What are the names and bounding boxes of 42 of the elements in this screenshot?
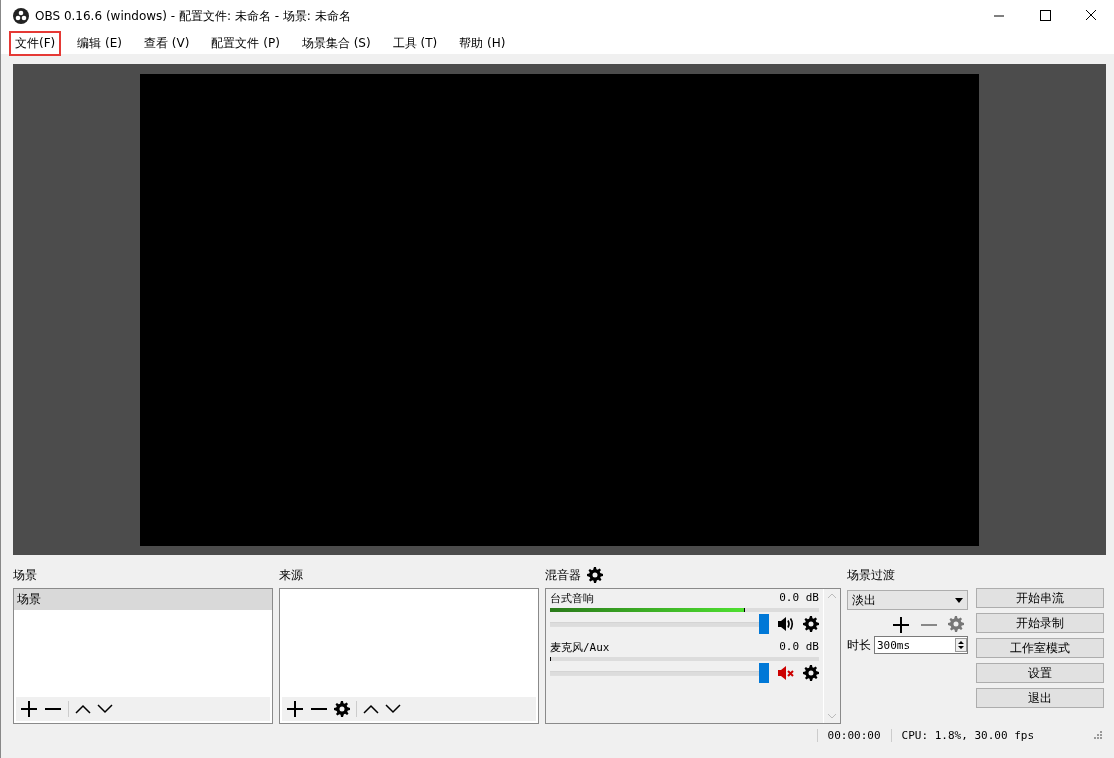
menu-item[interactable]: 编辑 (E)	[71, 30, 129, 56]
settings-icon[interactable]	[334, 701, 350, 717]
menu-item[interactable]: 配置文件 (P)	[205, 30, 286, 56]
control-button[interactable]: 退出	[976, 688, 1104, 708]
panel-title: 来源	[279, 566, 303, 584]
caret-icon	[955, 597, 963, 603]
panel-title: 场景过渡	[847, 566, 895, 584]
duration-field[interactable]: 300ms	[874, 636, 968, 654]
settings-icon[interactable]	[587, 567, 603, 583]
menu-item[interactable]: 工具 (T)	[386, 30, 444, 56]
muted-speaker-icon[interactable]	[777, 665, 795, 681]
settings-icon[interactable]	[803, 665, 819, 681]
performance-stats: CPU: 1.8%, 30.00 fps	[890, 728, 1044, 742]
control-button[interactable]: 工作室模式	[976, 638, 1104, 658]
slider-thumb[interactable]	[759, 614, 769, 634]
control-button[interactable]: 开始录制	[976, 613, 1104, 633]
spin-arrows-icon[interactable]	[955, 638, 967, 652]
control-button[interactable]: 开始串流	[976, 588, 1104, 608]
channel-name: 麦克风/Aux	[550, 640, 610, 655]
menu-item[interactable]: 查看 (V)	[138, 30, 196, 56]
menu-item[interactable]: 文件(F)	[9, 30, 62, 56]
control-button[interactable]: 设置	[976, 663, 1104, 683]
channel-reading: 0.0 dB	[779, 591, 819, 606]
settings-icon[interactable]	[803, 616, 819, 632]
duration-label: 时长	[847, 636, 871, 654]
add-icon[interactable]	[892, 616, 910, 634]
slider-thumb[interactable]	[759, 663, 769, 683]
app-logo-icon	[13, 8, 29, 24]
transition-dropdown[interactable]: 淡出	[847, 590, 968, 610]
channel-name: 台式音响	[550, 591, 594, 606]
window-title: OBS 0.16.6 (windows) - 配置文件: 未命名 - 场景: 未命名	[35, 7, 351, 25]
menu-item[interactable]: 场景集合 (S)	[295, 30, 377, 56]
menu-item[interactable]: 帮助 (H)	[453, 30, 512, 56]
add-icon[interactable]	[286, 700, 304, 718]
resize-grip-icon[interactable]	[1094, 731, 1102, 739]
panel-title: 混音器	[545, 566, 581, 584]
scene-item[interactable]: 场景	[14, 589, 272, 610]
panel-title: 场景	[13, 566, 37, 584]
speaker-icon[interactable]	[777, 616, 795, 632]
channel-reading: 0.0 dB	[779, 640, 819, 655]
recording-time: 00:00:00	[816, 728, 891, 742]
add-icon[interactable]	[20, 700, 38, 718]
